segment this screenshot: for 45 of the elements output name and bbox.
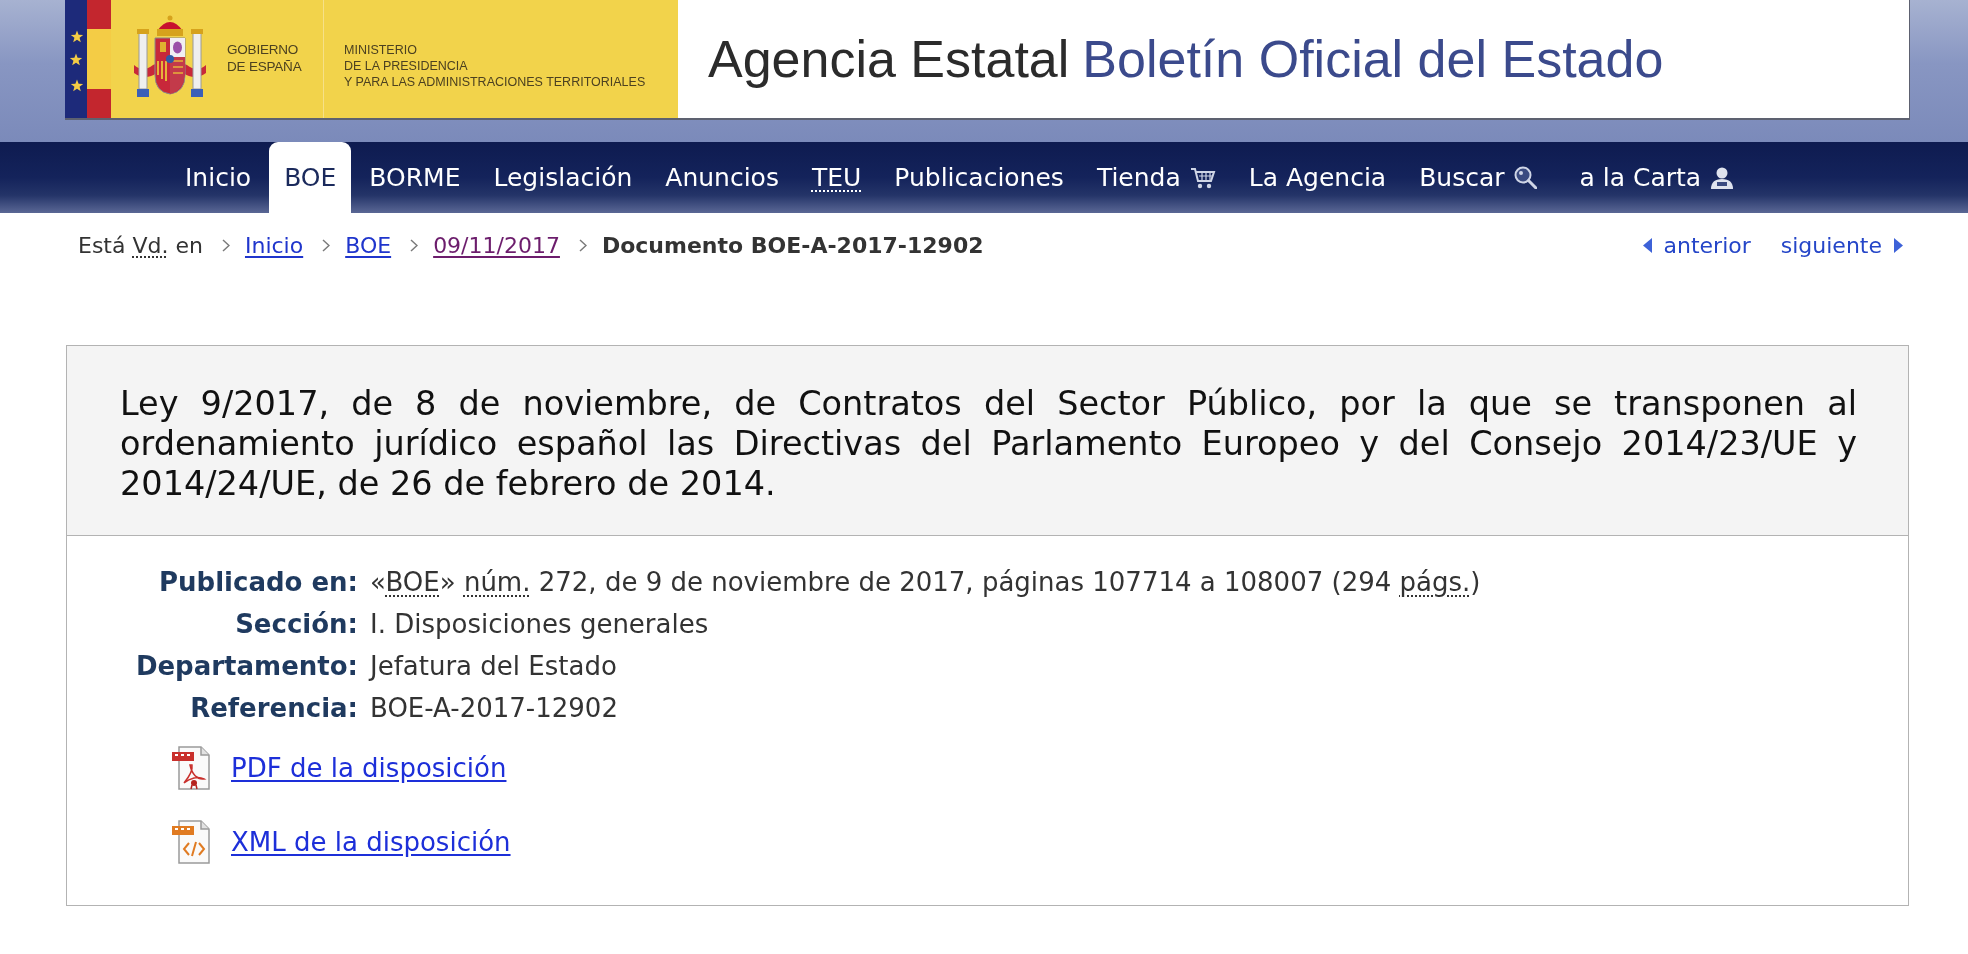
nav-tab[interactable]: Legislación <box>478 142 648 213</box>
document-title: Ley 9/2017, de 8 de noviembre, de Contratos del Sector Público, por la que se transponen al ordenamiento jurídico español las Directivas del Parlamento Europeo y del Consejo 2014/23/UE y 2014/24/UE, de 26 de febrero de 2014. <box>120 384 1857 504</box>
nav-tab[interactable]: Anuncios <box>650 142 794 213</box>
nav-tab[interactable]: Tienda <box>1081 142 1231 213</box>
coat-of-arms-icon <box>131 15 209 99</box>
pdf-file-icon <box>171 746 213 790</box>
field-value: «BOE» núm. 272, de 9 de noviembre de 2017, páginas 107714 a 108007 (294 págs.) <box>370 566 1481 599</box>
ministry-name: MINISTERIO DE LA PRESIDENCIA Y PARA LAS ADMINISTRACIONES TERRITORIALES <box>323 0 646 118</box>
chevron-icon <box>221 238 230 252</box>
chevron-icon <box>410 238 419 252</box>
download-link[interactable]: PDF de la disposición <box>231 753 507 783</box>
field-label: Sección: <box>234 608 358 641</box>
xml-file-icon <box>171 820 213 864</box>
search-icon <box>1513 166 1537 189</box>
caret-left-icon <box>1642 237 1652 253</box>
nav-tab[interactable]: La Agencia <box>1233 142 1402 213</box>
chevron-icon <box>322 238 331 252</box>
user-icon <box>1710 166 1735 189</box>
field-value: Jefatura del Estado <box>370 650 617 683</box>
nav-tab[interactable]: BOE <box>269 142 352 213</box>
nav-tab[interactable]: Publicaciones <box>879 142 1079 213</box>
agency-label: Agencia Estatal <box>708 29 1070 89</box>
nav-tab[interactable]: TEU <box>796 142 877 213</box>
nav-tab[interactable]: a la Carta <box>1564 142 1750 213</box>
breadcrumb-link[interactable]: 09/11/2017 <box>433 232 560 258</box>
next-link[interactable]: siguiente <box>1780 232 1903 258</box>
site-title: Boletín Oficial del Estado <box>1082 29 1664 89</box>
government-name: GOBIERNO DE ESPAÑA <box>227 41 303 75</box>
breadcrumb-current: Documento BOE-A-2017-12902 <box>601 232 984 258</box>
field-label: Publicado en: <box>157 566 358 599</box>
breadcrumb-label: Está Vd. en <box>78 232 203 258</box>
download-link[interactable]: XML de la disposición <box>231 827 511 857</box>
field-value: BOE-A-2017-12902 <box>370 692 618 725</box>
field-label: Referencia: <box>189 692 358 725</box>
cart-icon <box>1189 166 1216 189</box>
nav-tab[interactable]: BORME <box>354 142 476 213</box>
field-label: Departamento: <box>134 650 358 683</box>
breadcrumb-link[interactable]: Inicio <box>244 232 304 258</box>
field-value: I. Disposiciones generales <box>370 608 709 641</box>
nav-tab[interactable]: Buscar <box>1404 142 1552 213</box>
caret-right-icon <box>1894 237 1903 253</box>
breadcrumb-link[interactable]: BOE <box>345 232 392 258</box>
chevron-icon <box>578 238 587 252</box>
nav-tab[interactable]: Inicio <box>170 142 267 213</box>
previous-link[interactable]: anterior <box>1642 232 1751 258</box>
